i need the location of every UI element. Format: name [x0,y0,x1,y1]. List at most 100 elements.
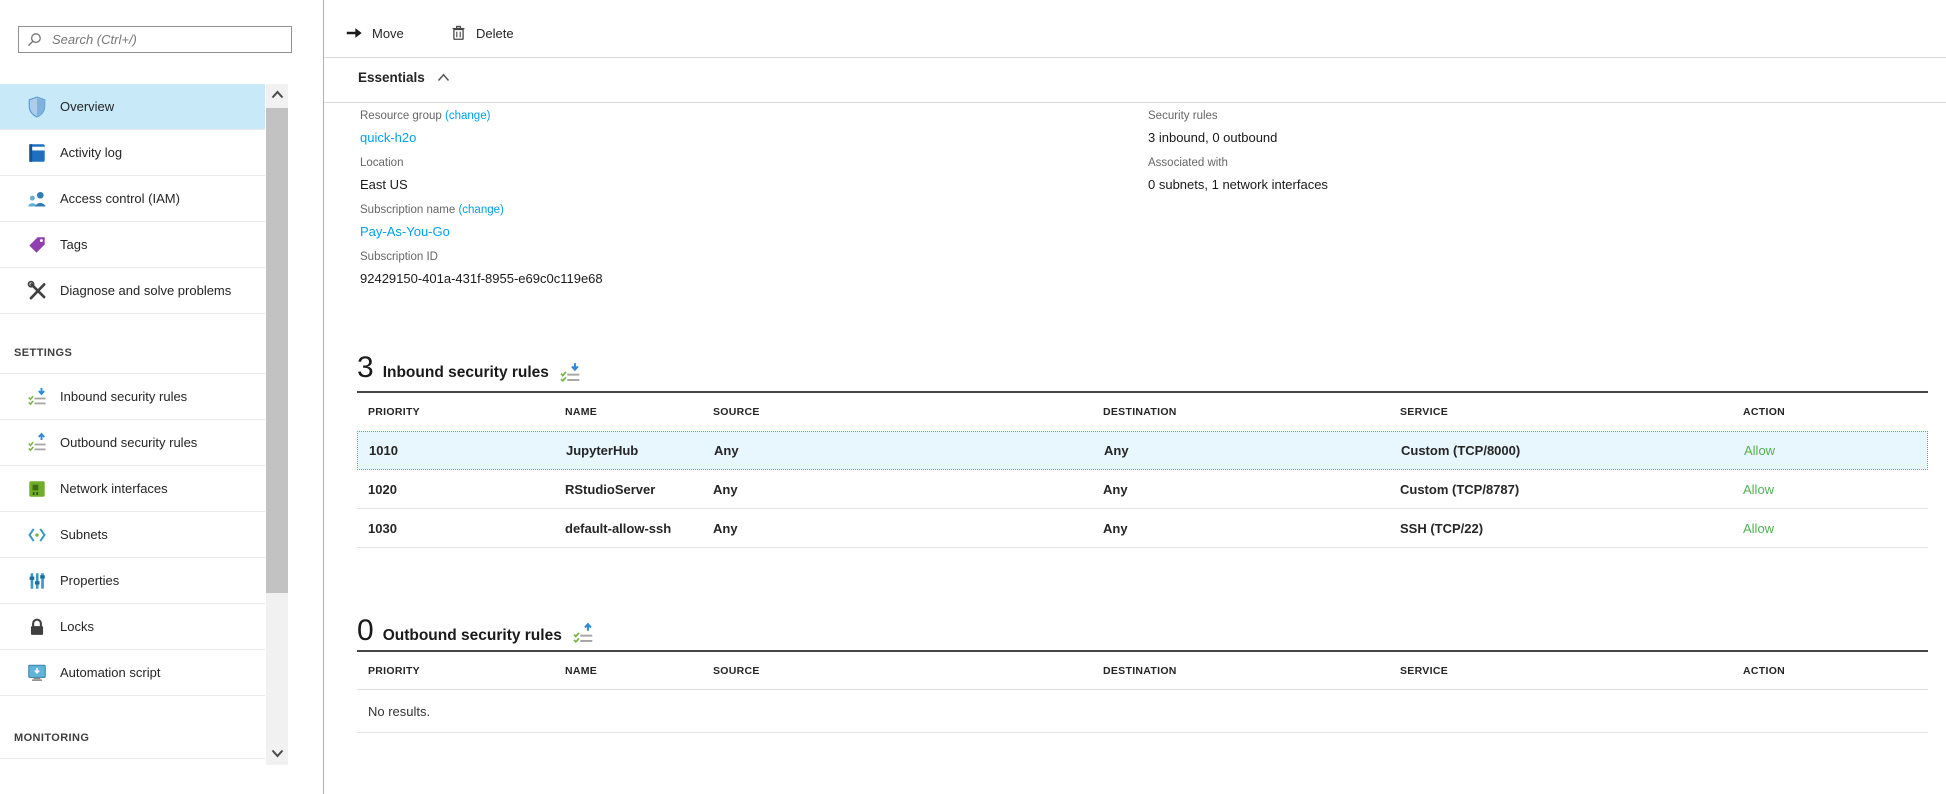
properties-icon [26,570,48,592]
sidebar-item-automation-script[interactable]: Automation script [0,650,265,696]
change-link[interactable]: (change) [458,204,503,216]
inbound-title: Inbound security rules [383,364,549,382]
sidebar: Overview Activity log Access control (IA… [0,0,324,794]
cell-name: default-allow-ssh [565,521,713,536]
outbound-rules-section: 0 Outbound security rules PRIORITY NAME … [357,612,1928,733]
cell-source: Any [714,443,1104,458]
inbound-rules-icon [26,386,48,408]
column-header: SERVICE [1400,665,1743,677]
field-label: Subscription name (change) [360,204,603,220]
cell-destination: Any [1103,482,1400,497]
cell-service: Custom (TCP/8000) [1401,443,1744,458]
column-header: ACTION [1743,406,1928,418]
tag-icon [26,234,48,256]
outbound-count: 0 [357,614,374,648]
sidebar-item-label: Locks [60,619,94,634]
sidebar-item-label: Diagnose and solve problems [60,283,231,298]
associated-with-value: 0 subnets, 1 network interfaces [1148,177,1328,195]
associated-with-label: Associated with [1148,157,1328,173]
security-rules-value: 3 inbound, 0 outbound [1148,130,1328,148]
change-link[interactable]: (change) [445,110,490,122]
location-value: East US [360,177,603,195]
outbound-rules-icon [26,432,48,454]
inbound-section-heading: 3 Inbound security rules [357,345,1928,393]
sidebar-item-label: Overview [60,99,114,114]
column-header: PRIORITY [368,406,565,418]
move-button[interactable]: Move [345,20,404,46]
inbound-rules-section: 3 Inbound security rules PRIORITY NAME S… [357,345,1928,548]
essentials-title: Essentials [358,70,425,85]
cell-action: Allow [1744,443,1927,458]
sidebar-item-label: Tags [60,237,87,252]
sidebar-section-monitoring: MONITORING [0,696,265,759]
field-label: Location [360,157,603,173]
inbound-rules-icon [558,361,582,385]
outbound-title: Outbound security rules [383,627,562,645]
sidebar-item-tags[interactable]: Tags [0,222,265,268]
sidebar-item-locks[interactable]: Locks [0,604,265,650]
sidebar-item-label: Automation script [60,665,160,680]
sidebar-item-inbound-rules[interactable]: Inbound security rules [0,374,265,420]
essentials-toggle[interactable]: Essentials [358,70,450,85]
cell-source: Any [713,482,1103,497]
sidebar-item-overview[interactable]: Overview [0,84,265,130]
shield-icon [26,96,48,118]
chevron-down-icon [271,749,284,758]
people-icon [26,188,48,210]
field-label: Resource group (change) [360,110,603,126]
subnets-icon [26,524,48,546]
scroll-up-button[interactable] [266,84,288,104]
resource-group-value[interactable]: quick-h2o [360,130,603,148]
cell-destination: Any [1103,521,1400,536]
subscription-id-value: 92429150-401a-431f-8955-e69c0c119e68 [360,271,603,289]
sidebar-item-subnets[interactable]: Subnets [0,512,265,558]
sidebar-item-label: Inbound security rules [60,389,187,404]
delete-button[interactable]: Delete [450,20,514,46]
cell-priority: 1010 [369,443,566,458]
location-label: Location [360,157,403,169]
search-icon [27,32,42,47]
cell-name: JupyterHub [566,443,714,458]
outbound-section-heading: 0 Outbound security rules [357,612,1928,652]
column-header: ACTION [1743,665,1928,677]
sidebar-item-label: Network interfaces [60,481,168,496]
column-header: SERVICE [1400,406,1743,418]
cell-destination: Any [1104,443,1401,458]
essentials-right-column: Security rules 3 inbound, 0 outbound Ass… [1148,110,1328,204]
sidebar-item-access-control[interactable]: Access control (IAM) [0,176,265,222]
scroll-down-button[interactable] [266,743,288,763]
sidebar-item-outbound-rules[interactable]: Outbound security rules [0,420,265,466]
cell-priority: 1030 [368,521,565,536]
sidebar-item-label: Subnets [60,527,108,542]
sidebar-item-properties[interactable]: Properties [0,558,265,604]
search-input[interactable] [52,32,283,47]
sidebar-item-network-interfaces[interactable]: Network interfaces [0,466,265,512]
column-header: DESTINATION [1103,406,1400,418]
table-row[interactable]: 1030 default-allow-ssh Any Any SSH (TCP/… [357,509,1928,548]
cell-service: SSH (TCP/22) [1400,521,1743,536]
scrollbar-thumb[interactable] [266,108,288,593]
move-label: Move [372,26,404,41]
table-row[interactable]: 1010 JupyterHub Any Any Custom (TCP/8000… [357,431,1928,470]
section-label: SETTINGS [14,347,72,359]
sidebar-scrollbar[interactable] [266,84,288,765]
resource-group-label: Resource group [360,110,442,122]
sidebar-item-activity-log[interactable]: Activity log [0,130,265,176]
no-results-message: No results. [357,690,1928,733]
sidebar-search [18,26,292,53]
network-interface-icon [26,478,48,500]
table-row[interactable]: 1020 RStudioServer Any Any Custom (TCP/8… [357,470,1928,509]
move-arrow-icon [345,24,363,42]
subscription-name-value[interactable]: Pay-As-You-Go [360,224,603,242]
delete-label: Delete [476,26,514,41]
main-content: Move Delete Essentials Resource group (c… [324,0,1946,794]
column-header: SOURCE [713,406,1103,418]
subscription-name-label: Subscription name [360,204,455,216]
outbound-rules-icon [571,622,595,646]
sidebar-nav: Overview Activity log Access control (IA… [0,84,265,759]
essentials-left-column: Resource group (change) quick-h2o Locati… [360,110,603,298]
cell-source: Any [713,521,1103,536]
sidebar-item-diagnose[interactable]: Diagnose and solve problems [0,268,265,314]
section-label: MONITORING [14,732,89,744]
column-header: DESTINATION [1103,665,1400,677]
